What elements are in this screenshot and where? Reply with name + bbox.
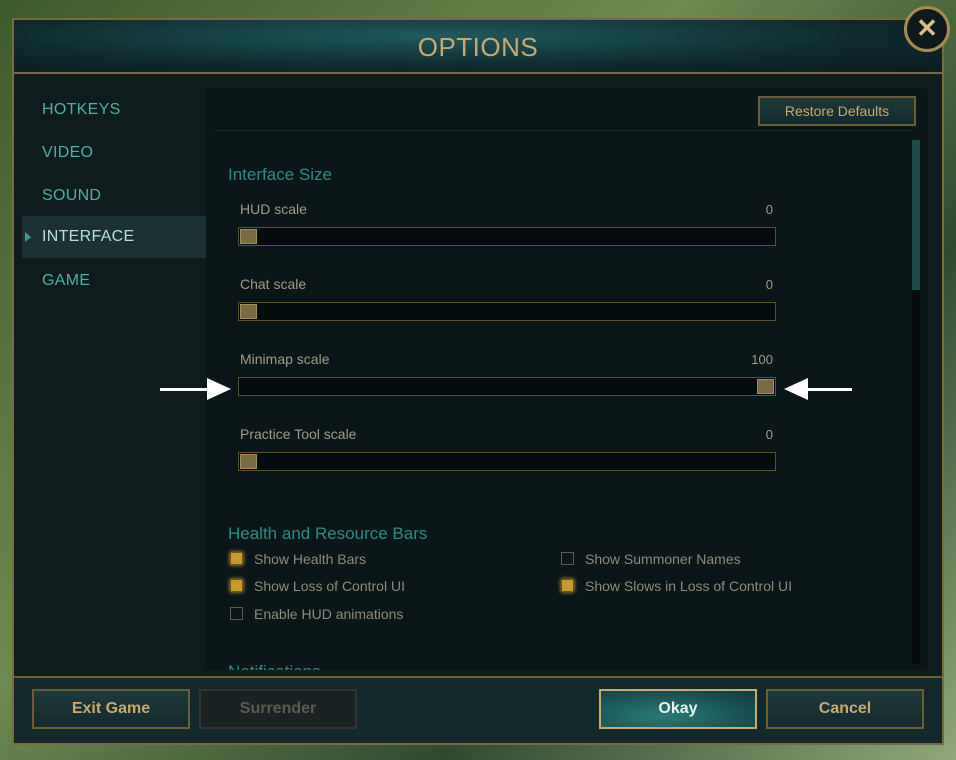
arrow-left-icon <box>784 378 808 400</box>
exit-game-button[interactable]: Exit Game <box>32 689 190 729</box>
slider-value: 100 <box>751 352 773 367</box>
slider-track[interactable] <box>238 377 776 396</box>
slider-label: Minimap scale <box>240 351 330 367</box>
slider-track[interactable] <box>238 302 776 321</box>
checkbox-label[interactable]: Show Slows in Loss of Control UI <box>585 578 792 594</box>
close-icon[interactable]: ✕ <box>904 6 950 52</box>
checkbox-label[interactable]: Show Loss of Control UI <box>254 578 405 594</box>
slider-track[interactable] <box>238 227 776 246</box>
slider-track[interactable] <box>238 452 776 471</box>
slider-handle[interactable] <box>240 304 257 319</box>
slider-value: 0 <box>765 202 773 217</box>
checkbox-label[interactable]: Show Health Bars <box>254 551 366 567</box>
restore-defaults-button[interactable]: Restore Defaults <box>758 96 916 126</box>
surrender-button[interactable]: Surrender <box>199 689 357 729</box>
section-heading-notifications: Notifications <box>228 662 321 670</box>
divider <box>214 130 912 131</box>
checkbox[interactable] <box>561 579 574 592</box>
cancel-button[interactable]: Cancel <box>766 689 924 729</box>
checkbox-label[interactable]: Enable HUD animations <box>254 606 403 622</box>
dialog-title: OPTIONS <box>417 32 539 62</box>
sidebar-item-hotkeys[interactable]: HOTKEYS <box>22 89 206 131</box>
slider-value: 0 <box>765 427 773 442</box>
slider-handle[interactable] <box>757 379 774 394</box>
slider-handle[interactable] <box>240 454 257 469</box>
slider-label: Chat scale <box>240 276 307 292</box>
okay-button[interactable]: Okay <box>599 689 757 729</box>
section-heading-interface-size: Interface Size <box>228 165 332 184</box>
slider-handle[interactable] <box>240 229 257 244</box>
clip: Notifications <box>206 660 928 670</box>
scrollbar-thumb[interactable] <box>912 140 920 290</box>
sidebar-item-interface[interactable]: INTERFACE <box>22 216 206 258</box>
sidebar-item-video[interactable]: VIDEO <box>22 132 206 174</box>
checkbox-label[interactable]: Show Summoner Names <box>585 551 741 567</box>
checkbox[interactable] <box>230 579 243 592</box>
arrow-right-icon <box>207 378 231 400</box>
sidebar-item-game[interactable]: GAME <box>22 260 206 302</box>
scrollbar[interactable] <box>912 140 920 664</box>
slider-value: 0 <box>765 277 773 292</box>
sidebar-item-sound[interactable]: SOUND <box>22 175 206 217</box>
checkbox[interactable] <box>230 552 243 565</box>
checkbox[interactable] <box>230 607 243 620</box>
title-bar: OPTIONS <box>14 20 942 74</box>
slider-label: Practice Tool scale <box>240 426 357 442</box>
checkbox[interactable] <box>561 552 574 565</box>
section-heading-health-bars: Health and Resource Bars <box>228 524 428 543</box>
slider-label: HUD scale <box>240 201 307 217</box>
